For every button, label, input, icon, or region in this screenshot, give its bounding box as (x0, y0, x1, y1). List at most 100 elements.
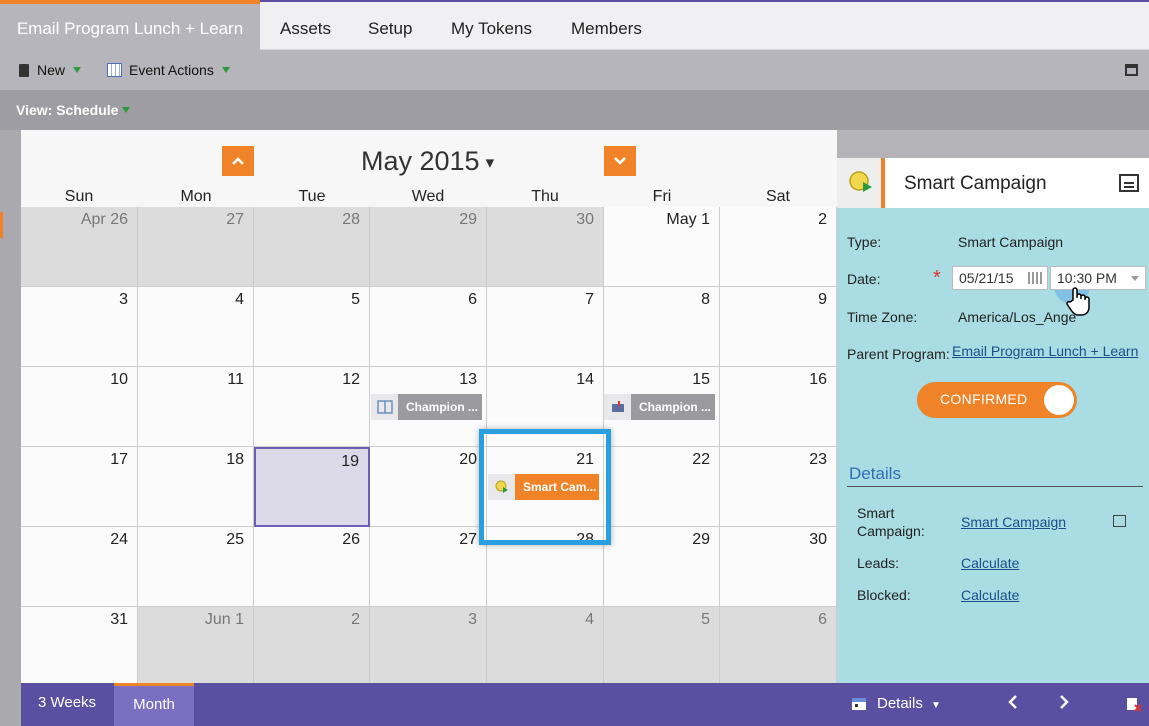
calendar-day-cell[interactable]: 2 (254, 607, 370, 687)
month-title[interactable]: May 2015 ▾ (361, 146, 494, 177)
day-number: 11 (227, 371, 244, 388)
tab-members[interactable]: Members (571, 0, 642, 50)
calendar-day-cell[interactable]: 12 (254, 367, 370, 447)
clear-filter-icon[interactable] (1126, 696, 1142, 716)
calendar-day-cell[interactable]: 24 (21, 527, 138, 607)
details-dropdown-label: Details (877, 695, 923, 712)
tab-assets[interactable]: Assets (280, 0, 331, 50)
prev-month-button[interactable] (222, 146, 254, 176)
calendar-day-cell[interactable]: 25 (138, 527, 254, 607)
blocked-calculate-link[interactable]: Calculate (961, 587, 1019, 603)
day-number: 23 (809, 451, 827, 468)
month-button[interactable]: Month (114, 683, 194, 726)
calendar-event-champion-15[interactable]: Champion ... (604, 394, 715, 420)
calendar-day-cell[interactable]: 6 (370, 287, 487, 367)
leads-calculate-link[interactable]: Calculate (961, 555, 1019, 571)
day-number: 27 (226, 211, 244, 228)
chevron-up-icon (232, 157, 244, 165)
day-number: 8 (701, 291, 710, 308)
caret-down-icon: ▼ (931, 700, 941, 711)
leads-label: Leads: (857, 555, 900, 571)
calendar-day-cell[interactable]: 5 (604, 607, 720, 687)
day-number: 14 (576, 371, 594, 388)
details-heading: Details (849, 464, 901, 483)
calendar-day-cell[interactable]: 4 (487, 607, 604, 687)
calendar-day-cell[interactable]: Jun 1 (138, 607, 254, 687)
day-number: 22 (692, 451, 710, 468)
parent-program-link[interactable]: Email Program Lunch + Learn (952, 343, 1138, 359)
details-dropdown[interactable]: Details ▼ (877, 695, 941, 712)
calendar-day-cell[interactable]: 27 (138, 207, 254, 287)
calendar-day-cell[interactable]: 10 (21, 367, 138, 447)
window-toggle-icon[interactable] (1125, 64, 1138, 76)
previous-arrow-icon[interactable] (1007, 694, 1019, 714)
calendar-event-champion-13[interactable]: Champion ... (371, 394, 482, 420)
three-weeks-button[interactable]: 3 Weeks (21, 683, 113, 726)
day-number: 5 (351, 291, 360, 308)
calendar-day-cell[interactable]: 2 (720, 207, 837, 287)
calendar-day-cell[interactable]: 17 (21, 447, 138, 527)
tab-program[interactable]: Email Program Lunch + Learn (0, 0, 260, 50)
calendar-day-cell[interactable]: 11 (138, 367, 254, 447)
smart-campaign-label-line2: Campaign: (857, 523, 925, 539)
calendar-day-cell[interactable]: 6 (720, 607, 837, 687)
calendar-day-cell[interactable]: 3 (21, 287, 138, 367)
date-picker-icon[interactable] (1028, 272, 1042, 284)
tab-my-tokens[interactable]: My Tokens (451, 0, 532, 50)
calendar-details-icon[interactable] (851, 695, 867, 715)
calendar-day-cell[interactable]: 30 (720, 527, 837, 607)
day-of-week-header: Sun (64, 188, 94, 205)
document-icon[interactable] (1119, 174, 1139, 192)
calendar-day-cell[interactable]: 23 (720, 447, 837, 527)
status-toggle[interactable]: CONFIRMED (917, 382, 1077, 418)
next-month-button[interactable] (604, 146, 636, 176)
event-actions-button[interactable]: Event Actions (107, 62, 230, 78)
details-divider (847, 486, 1143, 487)
calendar-day-cell[interactable]: 19 (254, 447, 370, 527)
calendar-day-cell[interactable]: Apr 26 (21, 207, 138, 287)
time-value: 10:30 PM (1057, 270, 1117, 286)
calendar-day-cell[interactable]: 29 (604, 527, 720, 607)
type-value: Smart Campaign (958, 234, 1064, 250)
day-number: 12 (342, 371, 360, 388)
calendar-day-cell[interactable]: 22 (604, 447, 720, 527)
calendar-day-cell[interactable]: 27 (370, 527, 487, 607)
calendar-day-cell[interactable]: 20 (370, 447, 487, 527)
day-number: 18 (226, 451, 244, 468)
panel-title: Smart Campaign (904, 173, 1047, 194)
calendar-day-cell[interactable]: 31 (21, 607, 138, 687)
calendar-icon (107, 63, 122, 77)
top-tab-bar: Email Program Lunch + Learn Assets Setup… (0, 0, 1149, 50)
toolbar: New Event Actions (0, 50, 1149, 90)
left-stripe (0, 130, 21, 726)
calendar-day-cell[interactable]: 28 (254, 207, 370, 287)
next-arrow-icon[interactable] (1058, 694, 1070, 714)
calendar-day-cell[interactable]: 16 (720, 367, 837, 447)
view-selector[interactable]: View: Schedule (16, 102, 131, 118)
calendar-day-cell[interactable]: 9 (720, 287, 837, 367)
calendar-day-cell[interactable]: 26 (254, 527, 370, 607)
calendar-day-cell[interactable]: 4 (138, 287, 254, 367)
panel-header: Smart Campaign (837, 158, 1149, 208)
document-icon[interactable] (1113, 515, 1126, 527)
smart-campaign-link[interactable]: Smart Campaign (961, 514, 1066, 530)
day-number: 2 (351, 611, 360, 628)
calendar-day-cell[interactable]: 29 (370, 207, 487, 287)
calendar-day-cell[interactable]: 8 (604, 287, 720, 367)
calendar-day-cell[interactable]: 5 (254, 287, 370, 367)
calendar-day-cell[interactable]: 18 (138, 447, 254, 527)
tab-setup[interactable]: Setup (368, 0, 412, 50)
new-button[interactable]: New (19, 62, 82, 78)
date-field[interactable]: 05/21/15 (952, 266, 1048, 290)
day-of-week-header: Thu (531, 188, 559, 205)
calendar-day-cell[interactable]: 30 (487, 207, 604, 287)
calendar-day-cell[interactable]: May 1 (604, 207, 720, 287)
day-number: 28 (342, 211, 360, 228)
left-accent (0, 212, 3, 238)
calendar-day-cell[interactable]: 3 (370, 607, 487, 687)
new-label: New (37, 62, 66, 78)
day-number: 3 (468, 611, 477, 628)
day-number: 15 (692, 371, 710, 388)
day-number: 2 (818, 211, 827, 228)
calendar-day-cell[interactable]: 7 (487, 287, 604, 367)
